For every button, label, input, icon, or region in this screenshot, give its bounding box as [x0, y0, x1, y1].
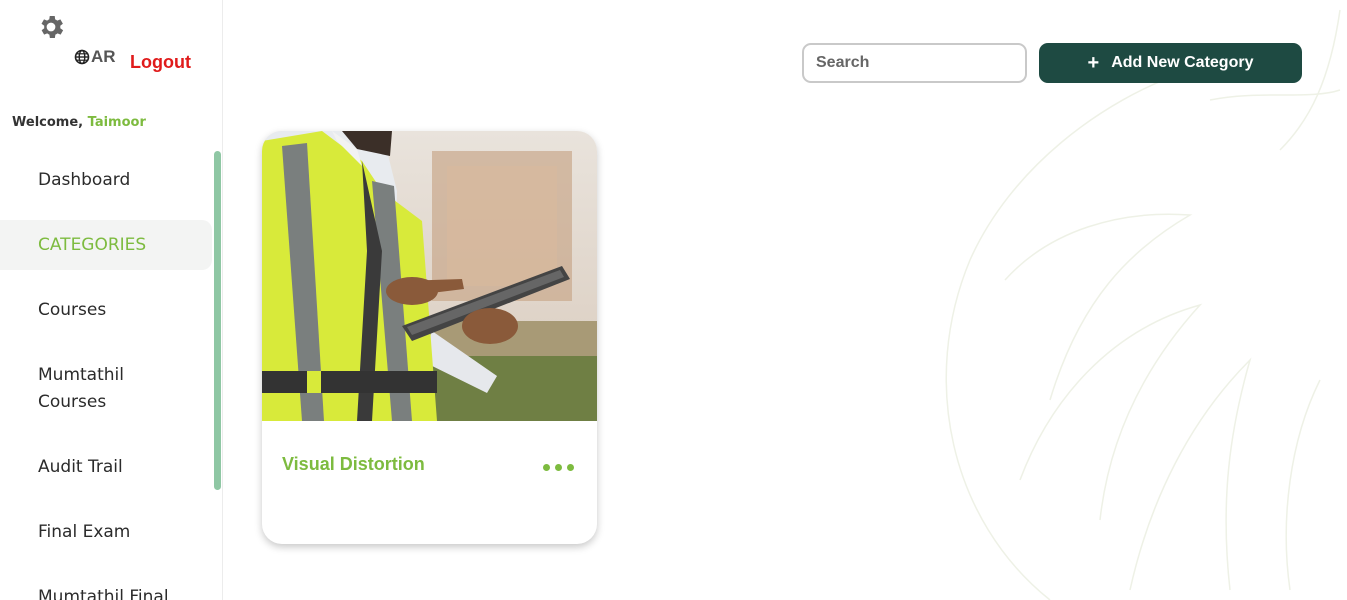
category-card[interactable]: Visual Distortion [262, 131, 597, 544]
plus-icon: + [1087, 52, 1100, 74]
more-dots-icon[interactable] [543, 464, 574, 471]
user-name: Taimoor [87, 115, 146, 130]
background-palm-watermark [945, 9, 1341, 600]
category-title: Visual Distortion [282, 454, 425, 474]
add-new-category-label: Add New Category [1111, 54, 1254, 71]
sidebar-item-categories[interactable]: CATEGORIES [0, 220, 212, 270]
language-toggle[interactable]: AR [74, 47, 116, 67]
sidebar-item-courses[interactable]: Courses [0, 278, 212, 343]
search-input[interactable] [802, 43, 1027, 83]
sidebar-item-final-exam[interactable]: Final Exam [0, 500, 212, 565]
welcome-prefix: Welcome, [12, 115, 88, 130]
sidebar-item-audit-trail[interactable]: Audit Trail [0, 435, 212, 500]
language-label: AR [91, 47, 116, 66]
category-image [262, 131, 597, 421]
sidebar-item-dashboard[interactable]: Dashboard [0, 148, 212, 213]
add-new-category-button[interactable]: + Add New Category [1039, 43, 1302, 83]
sidebar-item-mumtathil-courses[interactable]: Mumtathil Courses [0, 343, 150, 435]
welcome-text: Welcome, Taimoor [12, 115, 146, 130]
globe-icon [74, 49, 90, 65]
sidebar: AR Logout Welcome, Taimoor Dashboard CAT… [0, 0, 223, 600]
gear-icon[interactable] [36, 12, 66, 42]
logout-link[interactable]: Logout [130, 52, 191, 73]
sidebar-scrollbar[interactable] [214, 151, 221, 490]
sidebar-nav: Dashboard CATEGORIES Courses Mumtathil C… [0, 148, 212, 600]
sidebar-item-mumtathil-final[interactable]: Mumtathil Final [0, 565, 212, 600]
